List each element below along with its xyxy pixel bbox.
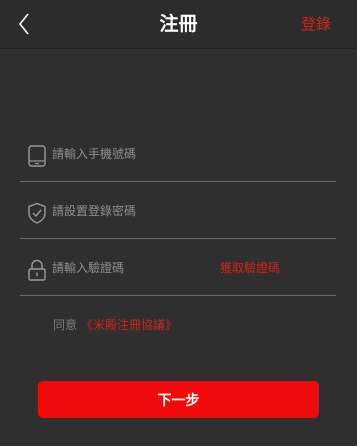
next-button[interactable]: 下一步 — [38, 381, 319, 418]
password-field — [20, 182, 336, 239]
phone-input[interactable] — [52, 145, 232, 163]
agreement-link[interactable]: 《米殿注冊協議》 — [81, 318, 177, 332]
code-input[interactable] — [52, 259, 232, 277]
phone-field — [20, 125, 336, 182]
code-field: 獲取驗證碼 — [20, 239, 336, 296]
password-input[interactable] — [52, 202, 232, 220]
login-link[interactable]: 登錄 — [301, 14, 331, 34]
get-code-button[interactable]: 獲取驗證碼 — [220, 259, 280, 277]
lock-icon — [28, 259, 46, 281]
header-bar: 注冊 登錄 — [0, 0, 357, 49]
shield-icon — [28, 202, 46, 224]
phone-icon — [28, 145, 46, 167]
agreement-prefix: 同意 — [53, 318, 78, 332]
agreement-row: 同意 《米殿注冊協議》 — [53, 316, 177, 334]
